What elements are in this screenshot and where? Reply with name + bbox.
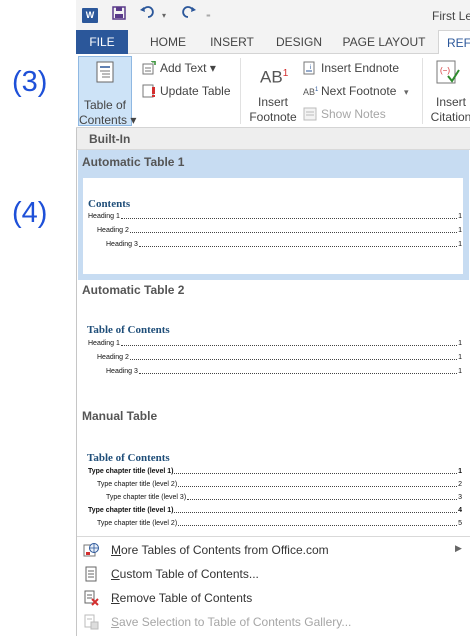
gallery-item-automatic-table-1[interactable]: Automatic Table 1 Contents Heading 11 He… <box>78 150 469 280</box>
group-divider <box>240 58 241 124</box>
toc-preview-line: Type chapter title (level 1) 1 <box>88 468 462 475</box>
office-web-icon <box>83 543 99 557</box>
table-of-contents-icon <box>96 61 114 83</box>
table-of-contents-dropdown: Built-In Automatic Table 1 Contents Head… <box>76 128 470 636</box>
undo-icon[interactable] <box>140 5 156 22</box>
toc-label-line2: Contents ▾ <box>79 113 137 127</box>
tab-page-layout[interactable]: PAGE LAYOUT <box>338 30 430 54</box>
step-3-annotation: (3) <box>12 66 48 98</box>
tab-home[interactable]: HOME <box>138 30 198 54</box>
save-icon[interactable] <box>112 6 126 23</box>
menu-item-more-tables-office[interactable]: More Tables of Contents from Office.com … <box>77 538 470 562</box>
update-table-button[interactable]: Update Table <box>160 84 231 99</box>
toc-preview-heading: Table of Contents <box>87 324 170 336</box>
table-of-contents-button[interactable]: Table of Contents ▾ <box>78 56 137 127</box>
insert-endnote-button[interactable]: Insert Endnote <box>321 61 399 76</box>
update-table-icon <box>142 84 155 98</box>
add-text-button[interactable]: Add Text ▾ <box>160 61 216 76</box>
toc-preview-line: Heading 21 <box>97 354 462 361</box>
insert-footnote-line2[interactable]: Footnote <box>248 110 298 125</box>
toc-preview-line: Heading 11 <box>88 340 462 347</box>
toc-preview-line: Type chapter title (level 2) 5 <box>97 520 462 527</box>
menu-item-label: More Tables of Contents from Office.com <box>111 543 329 557</box>
gallery-item-title: Manual Table <box>82 409 158 423</box>
insert-citation-line1[interactable]: Insert <box>428 95 470 110</box>
menu-item-custom-toc[interactable]: Custom Table of Contents... <box>77 562 470 586</box>
toc-preview-line: Type chapter title (level 3) 3 <box>106 494 462 501</box>
next-footnote-dropdown-icon[interactable]: ▾ <box>404 85 409 100</box>
tab-insert[interactable]: INSERT <box>204 30 260 54</box>
show-notes-button[interactable]: Show Notes <box>321 107 386 122</box>
submenu-arrow-icon: ▶ <box>455 543 462 553</box>
gallery-item-title: Automatic Table 1 <box>82 155 185 169</box>
gallery-item-automatic-table-2[interactable]: Automatic Table 2 Table of Contents Head… <box>78 280 469 400</box>
customize-toolbar-icon[interactable]: ₌ <box>206 9 211 20</box>
undo-dropdown-icon[interactable]: ▾ <box>162 11 166 20</box>
menu-item-label: Custom Table of Contents... <box>111 567 259 581</box>
insert-citation-line2[interactable]: Citation <box>428 110 470 125</box>
next-footnote-icon: AB1 <box>303 87 319 97</box>
step-4-annotation: (4) <box>12 197 48 229</box>
svg-text:(−): (−) <box>440 66 450 75</box>
toc-preview-heading: Contents <box>88 198 131 210</box>
menu-item-label: Remove Table of Contents <box>111 591 253 605</box>
tab-file[interactable]: FILE <box>76 30 128 54</box>
show-notes-icon <box>303 107 317 121</box>
tab-design[interactable]: DESIGN <box>270 30 328 54</box>
group-divider <box>422 58 423 124</box>
menu-divider <box>77 536 470 537</box>
document-title: First Lev <box>432 9 470 23</box>
title-bar: W ▾ ₌ First Lev <box>76 0 470 30</box>
redo-icon[interactable] <box>180 5 196 22</box>
insert-footnote-icon: AB1 <box>260 67 289 87</box>
gallery-item-manual-table[interactable]: Manual Table Table of Contents Type chap… <box>78 406 469 536</box>
menu-item-label: Save Selection to Table of Contents Gall… <box>111 615 352 629</box>
svg-text:i: i <box>310 65 311 71</box>
toc-preview-line: Type chapter title (level 2) 2 <box>97 481 462 488</box>
menu-item-remove-toc[interactable]: Remove Table of Contents <box>77 586 470 610</box>
next-footnote-button[interactable]: Next Footnote <box>321 84 396 99</box>
insert-citation-icon: (−) <box>436 60 460 84</box>
toc-preview: Contents Heading 11 Heading 21 Heading 3… <box>83 178 463 274</box>
ribbon-references: Table of Contents ▾ Add Text ▾ Update Ta… <box>76 54 470 128</box>
word-app-icon[interactable]: W <box>82 8 98 23</box>
toc-preview-line: Heading 11 <box>88 213 462 220</box>
toc-preview-line: Heading 21 <box>97 227 462 234</box>
builtin-section-header: Built-In <box>77 128 470 150</box>
toc-preview-line: Heading 31 <box>106 241 462 248</box>
menu-item-save-selection[interactable]: Save Selection to Table of Contents Gall… <box>77 610 470 634</box>
insert-endnote-icon: i <box>303 61 315 75</box>
toc-preview-line: Heading 31 <box>106 368 462 375</box>
tab-references[interactable]: REFE <box>438 30 470 55</box>
builtin-section-label: Built-In <box>89 132 131 146</box>
ribbon-tabs: FILE HOME INSERT DESIGN PAGE LAYOUT REFE <box>76 30 470 55</box>
toc-preview-line: Type chapter title (level 1) 4 <box>88 507 462 514</box>
document-icon <box>85 566 97 582</box>
add-text-icon <box>142 61 156 75</box>
save-gallery-icon <box>84 614 99 630</box>
remove-document-icon <box>84 590 99 606</box>
toc-preview-heading: Table of Contents <box>87 452 170 464</box>
insert-footnote-line1[interactable]: Insert <box>248 95 298 110</box>
toc-label-line1: Table of <box>83 98 127 112</box>
gallery-item-title: Automatic Table 2 <box>82 283 185 297</box>
